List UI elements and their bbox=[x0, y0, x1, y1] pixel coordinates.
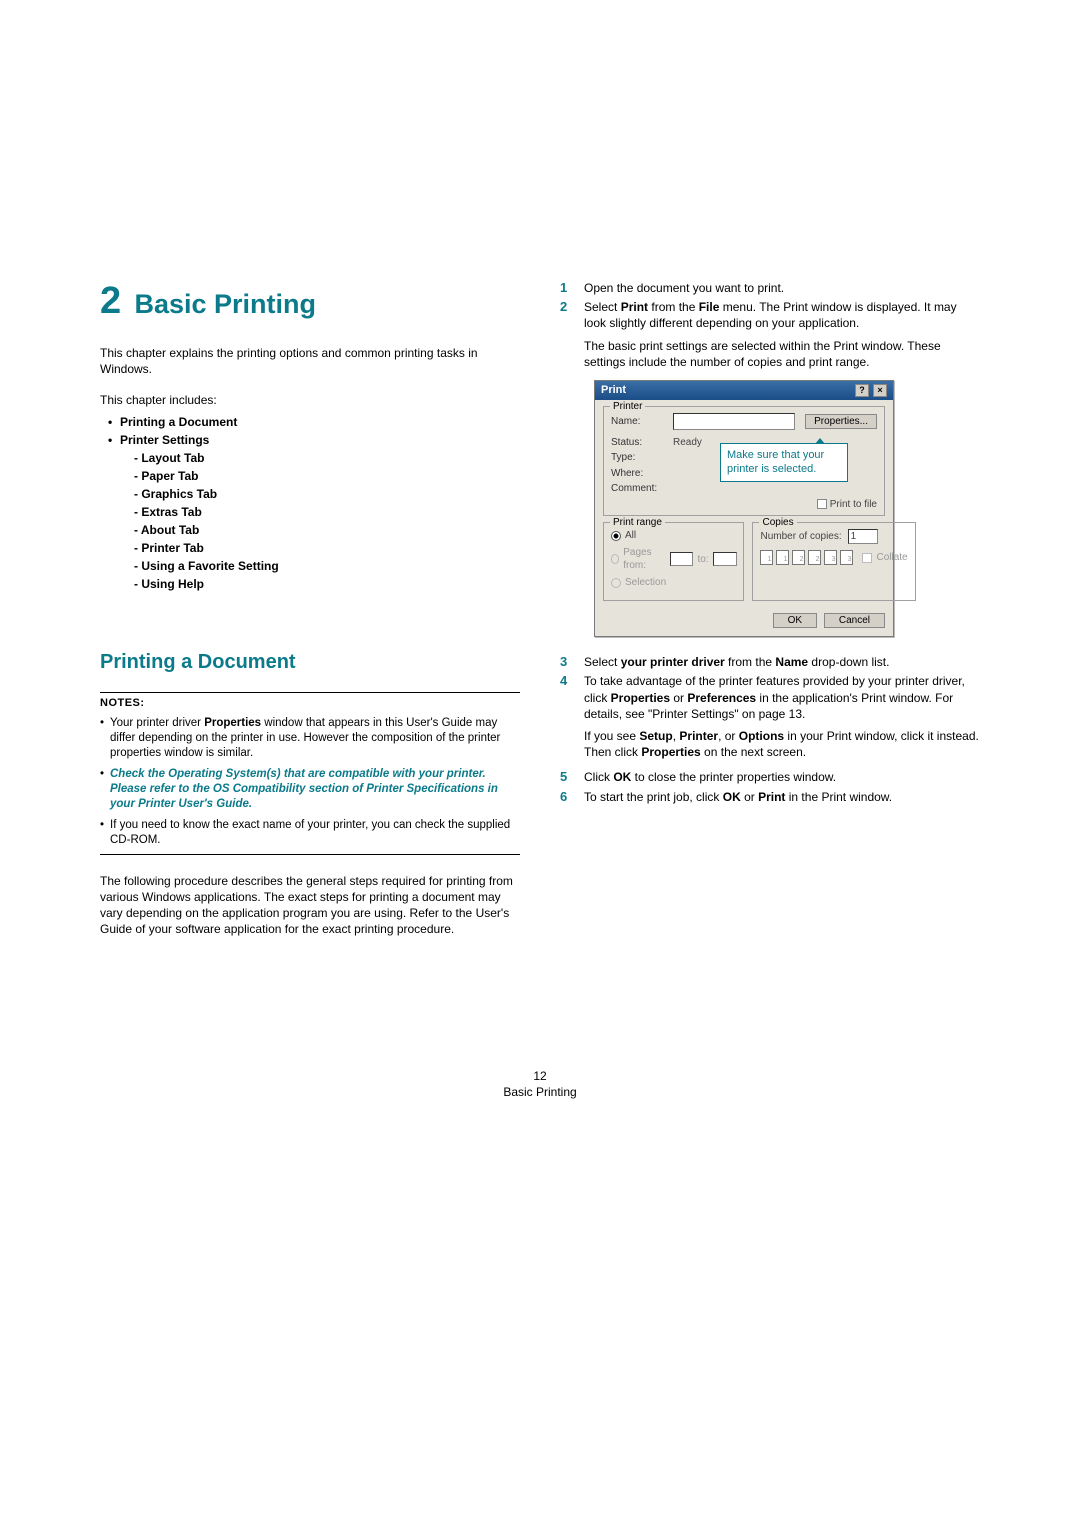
toc-item[interactable]: Printer Settings - Layout Tab - Paper Ta… bbox=[108, 433, 520, 591]
includes-label: This chapter includes: bbox=[100, 393, 520, 407]
collate-icon: 11 22 33 bbox=[760, 550, 853, 565]
step-text: If you see Setup, Printer, or Options in… bbox=[584, 728, 980, 760]
step-text: Select your printer driver from the Name… bbox=[584, 654, 980, 670]
help-icon[interactable]: ? bbox=[855, 384, 869, 397]
divider bbox=[100, 854, 520, 855]
radio-all[interactable]: All bbox=[611, 529, 736, 543]
radio-icon bbox=[611, 578, 621, 588]
step-body: Open the document you want to print. bbox=[584, 280, 980, 296]
toc-subitem[interactable]: - About Tab bbox=[134, 523, 520, 537]
toc-subitem[interactable]: - Using a Favorite Setting bbox=[134, 559, 520, 573]
print-to-file-checkbox[interactable]: Print to file bbox=[611, 498, 877, 512]
toc-subitem[interactable]: - Graphics Tab bbox=[134, 487, 520, 501]
cancel-button[interactable]: Cancel bbox=[824, 613, 885, 628]
chapter-title: Basic Printing bbox=[134, 289, 316, 319]
step: 4 To take advantage of the printer featu… bbox=[560, 673, 980, 766]
copies-spinner[interactable]: 1 bbox=[848, 529, 878, 544]
step-text: To take advantage of the printer feature… bbox=[584, 673, 980, 722]
chapter-header: 2 Basic Printing bbox=[100, 280, 520, 323]
name-label: Name: bbox=[611, 415, 663, 429]
ok-button[interactable]: OK bbox=[773, 613, 817, 628]
toc-item-label: Printer Settings bbox=[120, 433, 209, 447]
note-item-link[interactable]: Check the Operating System(s) that are c… bbox=[100, 767, 520, 812]
page-footer: 12 Basic Printing bbox=[100, 1068, 980, 1102]
properties-button[interactable]: Properties... bbox=[805, 414, 877, 429]
step-text: Select Print from the File menu. The Pri… bbox=[584, 299, 980, 331]
group-label: Print range bbox=[610, 516, 665, 530]
type-label: Type: bbox=[611, 451, 663, 465]
step: 2 Select Print from the File menu. The P… bbox=[560, 299, 980, 651]
comment-label: Comment: bbox=[611, 482, 663, 496]
notes-label: NOTES: bbox=[100, 697, 145, 709]
collate-checkbox[interactable]: 11 22 33 Collate bbox=[760, 550, 907, 565]
radio-icon bbox=[611, 554, 619, 564]
checkbox-icon bbox=[862, 553, 872, 563]
step-text: Click OK to close the printer properties… bbox=[584, 769, 980, 785]
step-number: 5 bbox=[560, 769, 574, 785]
page-number: 12 bbox=[100, 1068, 980, 1085]
toc-item[interactable]: Printing a Document bbox=[108, 415, 520, 429]
page-from-input[interactable] bbox=[670, 552, 694, 566]
notes-list: Your printer driver Properties window th… bbox=[100, 716, 520, 848]
status-label: Status: bbox=[611, 436, 663, 450]
close-icon[interactable]: × bbox=[873, 384, 887, 397]
radio-icon bbox=[611, 531, 621, 541]
copies-label: Number of copies: bbox=[760, 530, 841, 544]
step: 1 Open the document you want to print. bbox=[560, 280, 980, 296]
toc-subitem[interactable]: - Paper Tab bbox=[134, 469, 520, 483]
chapter-intro: This chapter explains the printing optio… bbox=[100, 345, 520, 377]
step-number: 4 bbox=[560, 673, 574, 766]
steps-list: 1 Open the document you want to print. 2… bbox=[560, 280, 980, 805]
group-label: Printer bbox=[610, 400, 645, 414]
step: 6 To start the print job, click OK or Pr… bbox=[560, 789, 980, 805]
toc-subitem[interactable]: - Layout Tab bbox=[134, 451, 520, 465]
body-paragraph: The following procedure describes the ge… bbox=[100, 873, 520, 938]
dialog-titlebar: Print ? × bbox=[595, 381, 893, 400]
page-to-input[interactable] bbox=[713, 552, 737, 566]
toc-sublist: - Layout Tab - Paper Tab - Graphics Tab … bbox=[134, 451, 520, 591]
print-dialog-figure: Print ? × Printer Name: bbox=[594, 380, 980, 637]
footer-section: Basic Printing bbox=[100, 1084, 980, 1101]
step-text: To start the print job, click OK or Prin… bbox=[584, 789, 980, 805]
chapter-number: 2 bbox=[100, 280, 121, 323]
step-number: 1 bbox=[560, 280, 574, 296]
note-item: If you need to know the exact name of yo… bbox=[100, 818, 520, 848]
step: 3 Select your printer driver from the Na… bbox=[560, 654, 980, 670]
section-heading: Printing a Document bbox=[100, 651, 520, 674]
checkbox-icon bbox=[817, 499, 827, 509]
step-number: 3 bbox=[560, 654, 574, 670]
where-label: Where: bbox=[611, 467, 663, 481]
status-value: Ready bbox=[673, 436, 702, 450]
toc-subitem[interactable]: - Extras Tab bbox=[134, 505, 520, 519]
step-number: 6 bbox=[560, 789, 574, 805]
step: 5 Click OK to close the printer properti… bbox=[560, 769, 980, 785]
toc-subitem[interactable]: - Using Help bbox=[134, 577, 520, 591]
dialog-title: Print bbox=[601, 383, 626, 398]
step-text: The basic print settings are selected wi… bbox=[584, 338, 980, 370]
note-item: Your printer driver Properties window th… bbox=[100, 716, 520, 761]
toc-list: Printing a Document Printer Settings - L… bbox=[108, 415, 520, 591]
print-dialog: Print ? × Printer Name: bbox=[594, 380, 894, 637]
group-label: Copies bbox=[759, 516, 796, 530]
toc-subitem[interactable]: - Printer Tab bbox=[134, 541, 520, 555]
step-number: 2 bbox=[560, 299, 574, 651]
divider bbox=[100, 692, 520, 693]
radio-pages[interactable]: Pages from: to: bbox=[611, 546, 736, 573]
callout-tooltip: Make sure that your printer is selected. bbox=[720, 443, 848, 483]
printer-name-dropdown[interactable] bbox=[673, 413, 795, 430]
radio-selection[interactable]: Selection bbox=[611, 576, 736, 590]
